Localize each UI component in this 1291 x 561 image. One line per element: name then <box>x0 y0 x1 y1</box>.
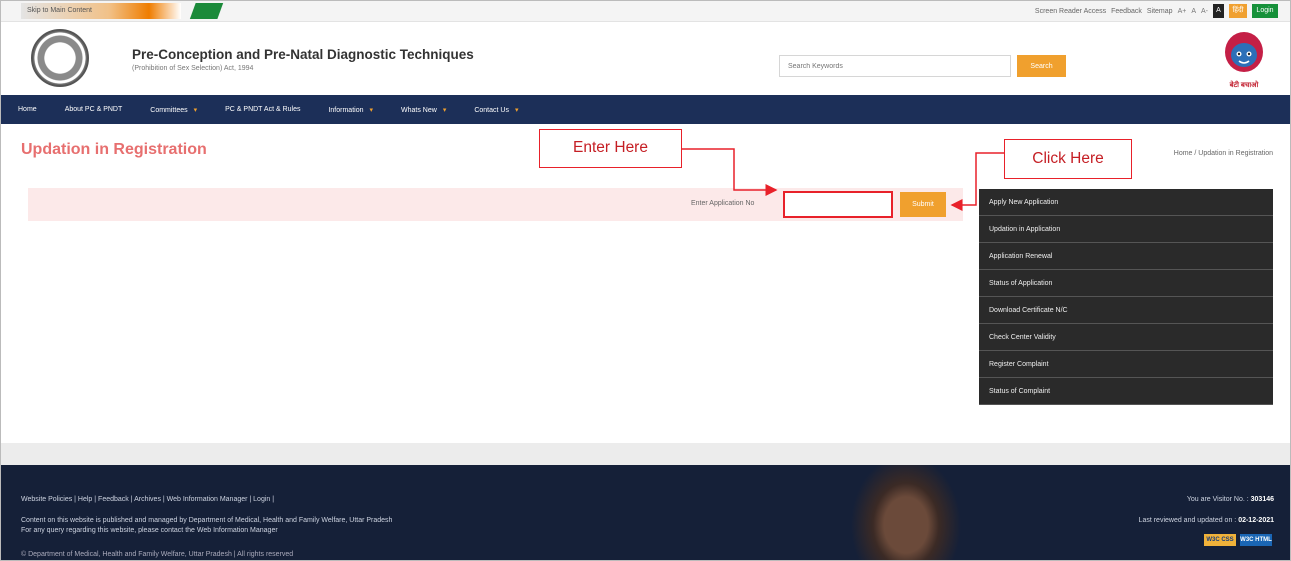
site-subtitle: (Prohibition of Sex Selection) Act, 1994 <box>132 65 254 72</box>
sitemap-link[interactable]: Sitemap <box>1147 8 1173 15</box>
side-menu-renewal[interactable]: Application Renewal <box>979 243 1273 270</box>
application-number-input[interactable] <box>783 191 893 218</box>
side-menu-center-validity[interactable]: Check Center Validity <box>979 324 1273 351</box>
nav-item-label: Information <box>328 106 364 114</box>
high-contrast-button[interactable]: A <box>1213 4 1224 18</box>
updated-label: Last reviewed and updated on : <box>1138 517 1237 524</box>
nav-item-label: Whats New <box>401 106 437 114</box>
font-normal-button[interactable]: A <box>1191 8 1196 15</box>
nav-item-act-rules[interactable]: PC & PNDT Act & Rules <box>225 106 300 113</box>
site-title: Pre-Conception and Pre-Natal Diagnostic … <box>132 47 474 62</box>
last-updated: Last reviewed and updated on : 02-12-202… <box>1139 517 1274 524</box>
site-header: Pre-Conception and Pre-Natal Diagnostic … <box>1 22 1290 95</box>
enter-here-arrow <box>682 148 778 196</box>
feedback-link[interactable]: Feedback <box>1111 8 1142 15</box>
visitor-label: You are Visitor No. : <box>1186 496 1249 503</box>
side-menu-updation[interactable]: Updation in Application <box>979 216 1273 243</box>
decorative-stripe <box>187 3 241 19</box>
site-footer: Website Policies | Help | Feedback | Arc… <box>1 465 1290 560</box>
language-toggle-button[interactable]: हिंदी <box>1229 4 1247 18</box>
font-increase-button[interactable]: A+ <box>1178 8 1187 15</box>
enter-here-callout: Enter Here <box>539 129 682 168</box>
footer-publisher-text: Content on this website is published and… <box>21 517 393 524</box>
breadcrumb[interactable]: Home / Updation in Registration <box>1174 150 1273 157</box>
side-menu-apply-new[interactable]: Apply New Application <box>979 189 1273 216</box>
chevron-down-icon: ▾ <box>369 106 374 114</box>
nav-item-home[interactable]: Home <box>18 106 37 113</box>
state-emblem-logo[interactable] <box>31 29 89 87</box>
nav-item-label: About PC & PNDT <box>64 106 123 113</box>
side-menu-complaint-status[interactable]: Status of Complaint <box>979 378 1273 405</box>
screen-reader-link[interactable]: Screen Reader Access <box>1035 8 1106 15</box>
search-input[interactable] <box>779 55 1011 77</box>
login-button[interactable]: Login <box>1252 4 1278 18</box>
beti-bachao-logo: बेटी बचाओ <box>1211 24 1277 94</box>
nav-item-information[interactable]: Information ▾ <box>328 106 373 114</box>
side-menu-register-complaint[interactable]: Register Complaint <box>979 351 1273 378</box>
click-here-callout: Click Here <box>1004 139 1132 179</box>
footer-links[interactable]: Website Policies | Help | Feedback | Arc… <box>21 496 274 503</box>
nav-item-contact[interactable]: Contact Us ▾ <box>474 106 518 114</box>
visitor-number: 303146 <box>1250 496 1274 503</box>
nav-item-label: Home <box>18 106 37 113</box>
top-right-links: Screen Reader Access Feedback Sitemap A+… <box>1035 4 1278 18</box>
side-menu-download-certificate[interactable]: Download Certificate N/C <box>979 297 1273 324</box>
main-navigation: Home About PC & PNDT Committees ▾ PC & PN… <box>1 95 1290 124</box>
footer-spacer <box>1 443 1290 465</box>
submit-button[interactable]: Submit <box>900 192 946 217</box>
chevron-down-icon: ▾ <box>193 106 198 114</box>
side-menu-status[interactable]: Status of Application <box>979 270 1273 297</box>
chevron-down-icon: ▾ <box>514 106 519 114</box>
nav-item-about[interactable]: About PC & PNDT <box>65 106 123 113</box>
page-title: Updation in Registration <box>21 141 207 158</box>
footer-copyright: © Department of Medical, Health and Fami… <box>21 551 294 558</box>
nav-item-label: PC & PNDT Act & Rules <box>225 106 301 113</box>
footer-contact-text: For any query regarding this website, pl… <box>21 527 278 534</box>
nav-item-committees[interactable]: Committees ▾ <box>150 106 197 114</box>
top-utility-bar: Skip to Main Content Screen Reader Acces… <box>1 1 1290 22</box>
w3c-html-badge[interactable]: W3C HTML <box>1240 534 1272 546</box>
application-number-label: Enter Application No <box>691 200 755 207</box>
font-decrease-button[interactable]: A- <box>1201 8 1208 15</box>
search-button[interactable]: Search <box>1017 55 1066 77</box>
beti-bachao-caption: बेटी बचाओ <box>1229 82 1259 89</box>
nav-item-label: Contact Us <box>474 106 509 114</box>
beti-bachao-icon <box>1225 32 1263 72</box>
side-menu: Apply New Application Updation in Applic… <box>979 189 1273 405</box>
visitor-counter: You are Visitor No. : 303146 <box>1187 496 1274 503</box>
updated-date: 02-12-2021 <box>1238 517 1274 524</box>
browser-page: Skip to Main Content Screen Reader Acces… <box>0 0 1291 561</box>
chevron-down-icon: ▾ <box>442 106 447 114</box>
w3c-badges: W3C CSS W3C HTML <box>1204 534 1272 546</box>
skip-to-content-link[interactable]: Skip to Main Content <box>21 3 181 19</box>
nav-item-whats-new[interactable]: Whats New ▾ <box>401 106 446 114</box>
nav-item-label: Committees <box>150 106 188 114</box>
footer-child-image <box>801 465 971 560</box>
w3c-css-badge[interactable]: W3C CSS <box>1204 534 1236 546</box>
